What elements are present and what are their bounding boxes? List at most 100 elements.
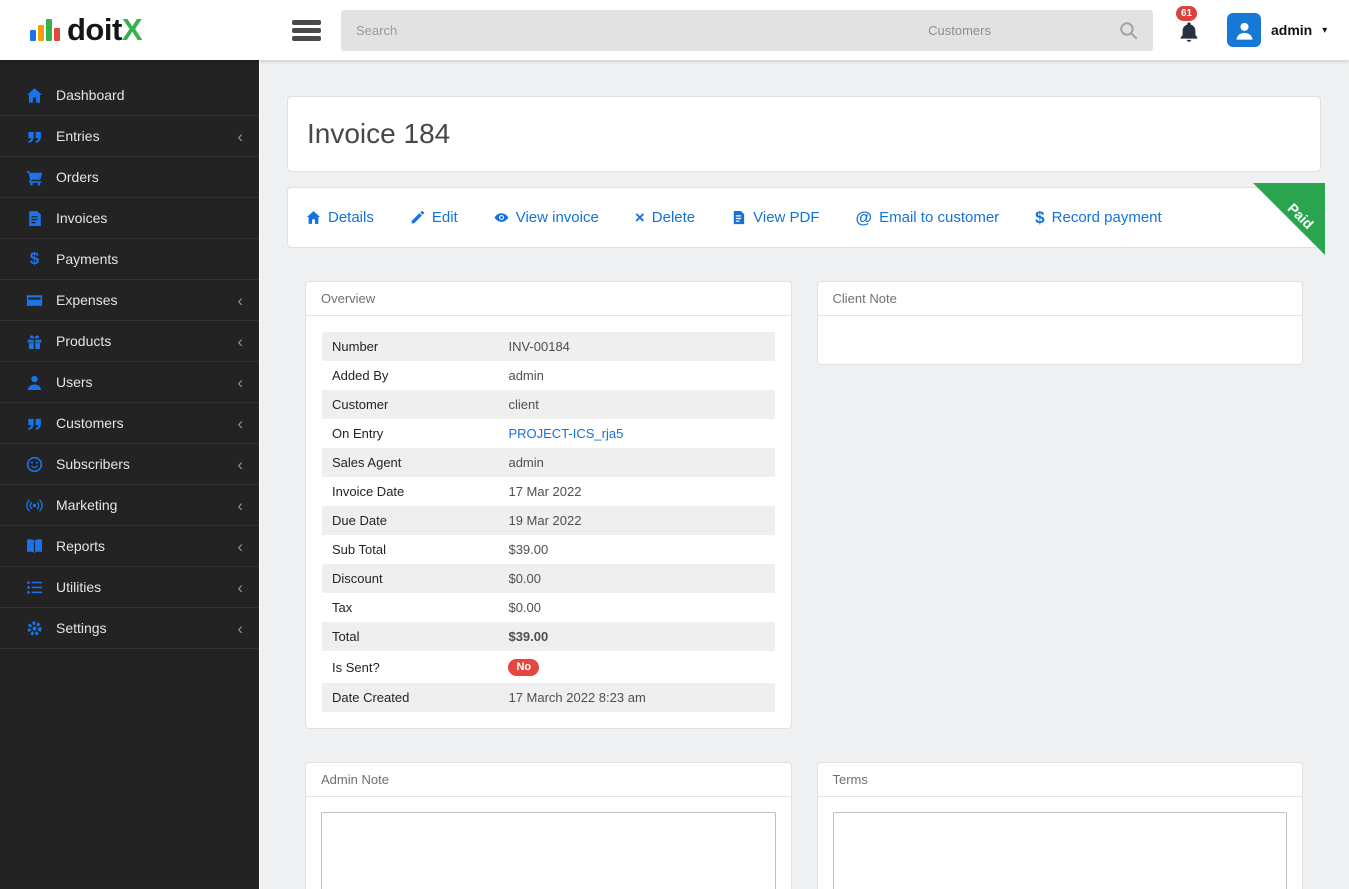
cart-icon — [21, 169, 48, 186]
entry-link[interactable]: PROJECT-ICS_rja5 — [508, 426, 623, 441]
client-note-card-title: Client Note — [817, 282, 1302, 316]
details-button[interactable]: Details — [306, 209, 374, 226]
pdf-icon — [731, 210, 746, 225]
chevron-left-icon: ‹ — [237, 413, 243, 433]
logo-barchart-icon — [30, 19, 60, 41]
table-row: Number INV-00184 — [322, 332, 775, 361]
logo-text: doitX — [67, 12, 143, 47]
table-row: Date Created 17 March 2022 8:23 am — [322, 683, 775, 712]
paid-ribbon: Paid — [1253, 183, 1325, 255]
notification-count-badge: 61 — [1176, 6, 1198, 21]
at-icon: @ — [855, 208, 873, 227]
terms-card: Terms — [816, 762, 1303, 889]
table-row: Sales Agent admin — [322, 448, 775, 477]
menu-toggle-icon[interactable] — [292, 17, 321, 44]
gear-icon — [21, 620, 48, 637]
chevron-left-icon: ‹ — [237, 331, 243, 351]
sidebar-item-payments[interactable]: $ Payments — [0, 239, 259, 280]
search-bar: Customers — [341, 9, 1153, 51]
status-badge: No — [508, 659, 540, 676]
search-input[interactable] — [356, 22, 929, 38]
sidebar-item-products[interactable]: Products ‹ — [0, 321, 259, 362]
main-content: Invoice 184 Details Edit View invoice × … — [260, 60, 1349, 889]
quote-icon — [21, 128, 48, 145]
chevron-left-icon: ‹ — [237, 495, 243, 515]
table-row: Total $39.00 — [322, 622, 775, 651]
eye-icon — [494, 210, 509, 225]
page-title: Invoice 184 — [307, 118, 451, 149]
chevron-left-icon: ‹ — [237, 372, 243, 392]
quote-icon — [21, 415, 48, 432]
gift-icon — [21, 333, 48, 350]
home-icon — [21, 87, 48, 104]
sidebar-item-dashboard[interactable]: Dashboard — [0, 75, 259, 116]
client-note-card: Client Note — [816, 281, 1303, 365]
sidebar-item-marketing[interactable]: Marketing ‹ — [0, 485, 259, 526]
overview-card-title: Overview — [306, 282, 791, 316]
terms-textarea[interactable] — [832, 812, 1287, 889]
sidebar-item-utilities[interactable]: Utilities ‹ — [0, 567, 259, 608]
invoice-title-card: Invoice 184 — [287, 96, 1321, 172]
user-menu[interactable]: admin ▾ — [1227, 13, 1327, 47]
user-icon — [21, 374, 48, 391]
admin-note-textarea[interactable] — [321, 812, 776, 889]
table-row: Discount $0.00 — [322, 564, 775, 593]
email-to-customer-button[interactable]: @ Email to customer — [856, 209, 1000, 226]
credit-card-icon — [21, 292, 48, 309]
admin-note-card-title: Admin Note — [306, 763, 791, 797]
sidebar-item-expenses[interactable]: Expenses ‹ — [0, 280, 259, 321]
table-row: On Entry PROJECT-ICS_rja5 — [332, 426, 624, 441]
sidebar-item-customers[interactable]: Customers ‹ — [0, 403, 259, 444]
app-logo[interactable]: doitX — [30, 12, 143, 48]
dollar-icon: $ — [29, 249, 40, 268]
view-invoice-button[interactable]: View invoice — [494, 209, 599, 226]
edit-button[interactable]: Edit — [410, 209, 458, 226]
x-icon: × — [634, 208, 645, 227]
chevron-left-icon: ‹ — [237, 290, 243, 310]
table-row: Is Sent? No — [322, 651, 775, 683]
sidebar-item-entries[interactable]: Entries ‹ — [0, 116, 259, 157]
bell-icon — [1176, 20, 1202, 46]
chevron-left-icon: ‹ — [237, 577, 243, 597]
chevron-left-icon: ‹ — [237, 126, 243, 146]
sidebar-item-users[interactable]: Users ‹ — [0, 362, 259, 403]
delete-button[interactable]: × Delete — [635, 209, 695, 226]
table-row: Invoice Date 17 Mar 2022 — [332, 484, 582, 499]
list-icon — [21, 579, 48, 596]
broadcast-icon — [21, 497, 48, 514]
top-header: doitX Customers 61 admin ▾ — [0, 0, 1349, 60]
table-row: Sub Total $39.00 — [332, 542, 549, 557]
sidebar: Dashboard Entries ‹ Orders Invoices $ Pa… — [0, 60, 260, 889]
book-icon — [21, 538, 48, 555]
table-row: Due Date 19 Mar 2022 — [322, 506, 775, 535]
invoice-icon — [21, 210, 48, 227]
search-context-label[interactable]: Customers — [928, 23, 991, 38]
chevron-left-icon: ‹ — [237, 454, 243, 474]
table-row: Added By admin — [332, 368, 544, 383]
home-icon — [306, 210, 321, 225]
sidebar-item-invoices[interactable]: Invoices — [0, 198, 259, 239]
client-note-body — [818, 316, 1303, 364]
sidebar-item-settings[interactable]: Settings ‹ — [0, 608, 259, 649]
dollar-icon: $ — [1035, 208, 1045, 227]
record-payment-button[interactable]: $ Record payment — [1035, 209, 1162, 226]
invoice-toolbar: Details Edit View invoice × Delete View … — [287, 183, 1325, 255]
chevron-left-icon: ‹ — [237, 536, 243, 556]
notifications-bell[interactable]: 61 — [1175, 6, 1205, 48]
table-row: Customer client — [322, 390, 775, 419]
admin-note-card: Admin Note — [305, 762, 792, 889]
table-row: Tax $0.00 — [332, 600, 542, 615]
avatar — [1227, 13, 1261, 47]
chevron-down-icon: ▾ — [1322, 24, 1328, 36]
overview-table: Number INV-00184 Added By admin Customer cl… — [322, 332, 775, 712]
overview-card: Overview Number INV-00184 Added By admin C… — [305, 281, 792, 729]
sidebar-item-reports[interactable]: Reports ‹ — [0, 526, 259, 567]
pencil-icon — [410, 210, 425, 225]
smiley-icon — [21, 456, 48, 473]
sidebar-item-subscribers[interactable]: Subscribers ‹ — [0, 444, 259, 485]
user-name: admin — [1271, 22, 1313, 38]
terms-card-title: Terms — [817, 763, 1302, 797]
view-pdf-button[interactable]: View PDF — [731, 209, 820, 226]
search-icon[interactable] — [1119, 21, 1138, 40]
sidebar-item-orders[interactable]: Orders — [0, 157, 259, 198]
